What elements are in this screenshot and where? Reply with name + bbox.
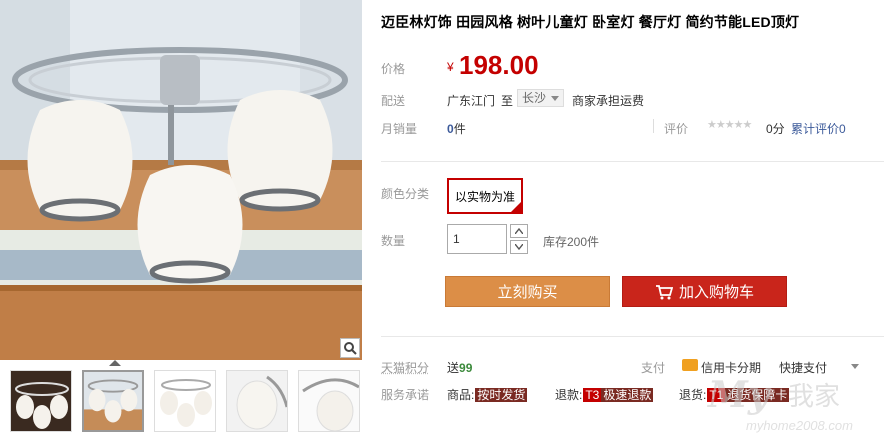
currency-symbol: ¥ bbox=[447, 60, 454, 74]
ship-from: 广东江门 bbox=[447, 94, 496, 108]
shipping-label: 配送 bbox=[381, 94, 406, 108]
main-product-image[interactable] bbox=[0, 0, 362, 360]
chevron-down-icon bbox=[551, 96, 559, 101]
divider bbox=[381, 161, 884, 162]
payment-label: 支付 bbox=[641, 361, 666, 375]
thumbnail-4[interactable] bbox=[226, 370, 288, 432]
thumbnail-3[interactable] bbox=[154, 370, 216, 432]
thumbnail-strip bbox=[10, 370, 360, 432]
service-return-tag: 退货保障卡 bbox=[725, 388, 790, 402]
monthly-sales-count: 0 bbox=[447, 122, 454, 136]
thumbnail-1[interactable] bbox=[10, 370, 72, 432]
rating-stars-icon: ★★★★★ bbox=[707, 119, 752, 131]
cart-icon bbox=[655, 284, 673, 299]
service-goods-tag: 按时发货 bbox=[475, 388, 528, 402]
color-label: 颜色分类 bbox=[381, 187, 430, 201]
add-to-cart-button[interactable]: 加入购物车 bbox=[622, 276, 787, 307]
service-refund[interactable]: 退款: T3 极速退款 bbox=[555, 386, 654, 403]
add-to-cart-label: 加入购物车 bbox=[678, 284, 754, 301]
product-title: 迈臣林灯饰 田园风格 树叶儿童灯 卧室灯 餐厅灯 简约节能LED顶灯 bbox=[381, 14, 800, 30]
rating-label: 评价 bbox=[664, 122, 689, 136]
points-amount: 99 bbox=[459, 361, 473, 375]
service-goods[interactable]: 商品: 按时发货 bbox=[447, 386, 528, 403]
chandelier-photo bbox=[0, 0, 362, 360]
divider bbox=[381, 336, 884, 337]
tmall-points-value: 送99 bbox=[447, 359, 472, 376]
divider bbox=[653, 119, 654, 133]
quick-pay-dropdown[interactable]: 快捷支付 bbox=[779, 359, 827, 376]
service-refund-code: T3 bbox=[583, 388, 602, 402]
quantity-increase-button[interactable] bbox=[510, 224, 528, 238]
zoom-button[interactable] bbox=[340, 338, 360, 358]
color-option-label: 以实物为准 bbox=[454, 189, 515, 204]
points-prefix: 送 bbox=[447, 361, 460, 375]
city-value: 长沙 bbox=[522, 91, 547, 105]
service-return-code: T1 bbox=[707, 388, 726, 402]
credit-card-icon bbox=[682, 359, 698, 371]
price-value: 198.00 bbox=[459, 50, 539, 80]
quantity-input[interactable] bbox=[447, 224, 507, 254]
selected-check-icon bbox=[511, 202, 521, 212]
color-option-selected[interactable]: 以实物为准 bbox=[447, 178, 523, 214]
monthly-sales-value: 0件 bbox=[447, 120, 466, 137]
credit-card-installment[interactable]: 信用卡分期 bbox=[701, 359, 761, 376]
rating-score: 0分 bbox=[766, 122, 785, 136]
monthly-sales-unit: 件 bbox=[453, 122, 466, 136]
monthly-sales-label: 月销量 bbox=[381, 122, 418, 136]
quantity-label: 数量 bbox=[381, 234, 406, 248]
review-count-link[interactable]: 累计评价0 bbox=[791, 120, 846, 137]
service-refund-tag: 极速退款 bbox=[601, 388, 654, 402]
product-info-panel: 迈臣林灯饰 田园风格 树叶儿童灯 卧室灯 餐厅灯 简约节能LED顶灯 价格 ¥ … bbox=[381, 0, 884, 440]
thumb-pointer-icon bbox=[109, 360, 121, 366]
buy-now-button[interactable]: 立刻购买 bbox=[445, 276, 610, 307]
thumbnail-5[interactable] bbox=[298, 370, 360, 432]
service-goods-prefix: 商品: bbox=[447, 388, 475, 402]
shipping-fee-note: 商家承担运费 bbox=[572, 94, 645, 108]
service-refund-prefix: 退款: bbox=[555, 388, 583, 402]
stock-count: 库存200件 bbox=[543, 235, 600, 249]
tmall-points-label[interactable]: 天猫积分 bbox=[381, 359, 429, 376]
buy-now-label: 立刻购买 bbox=[497, 284, 558, 301]
thumbnail-2[interactable] bbox=[82, 370, 144, 432]
ship-to-word: 至 bbox=[501, 94, 514, 108]
chevron-down-icon bbox=[851, 364, 859, 369]
chevron-down-icon bbox=[515, 244, 523, 250]
service-return-prefix: 退货: bbox=[679, 388, 707, 402]
service-return[interactable]: 退货: T1 退货保障卡 bbox=[679, 386, 790, 403]
magnifier-icon bbox=[344, 342, 357, 355]
quantity-decrease-button[interactable] bbox=[510, 240, 528, 254]
city-select[interactable]: 长沙 bbox=[517, 89, 564, 107]
chevron-up-icon bbox=[515, 228, 523, 234]
service-promise-label: 服务承诺 bbox=[381, 388, 430, 402]
price-label: 价格 bbox=[381, 62, 406, 76]
